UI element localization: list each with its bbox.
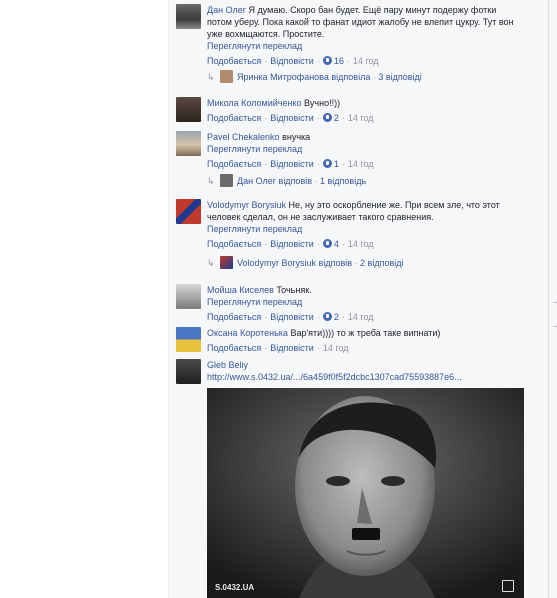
reply-count[interactable]: 2 відповіді bbox=[360, 258, 403, 268]
like-link[interactable]: Подобається bbox=[207, 56, 261, 66]
like-icon bbox=[322, 239, 332, 248]
like-count[interactable]: 2 bbox=[334, 113, 339, 123]
comment-body: Микола Коломийченко Вучно!!)) Подобаєтьс… bbox=[207, 98, 374, 123]
see-translation-link[interactable]: Переглянути переклад bbox=[207, 296, 522, 308]
comment-author[interactable]: Дан Олег bbox=[207, 5, 246, 15]
comment-author[interactable]: Мойша Киселев bbox=[207, 285, 274, 295]
reply-link[interactable]: Відповісти bbox=[270, 113, 314, 123]
like-icon bbox=[322, 159, 332, 168]
like-link[interactable]: Подобається bbox=[207, 343, 261, 353]
comment-author[interactable]: Pavel Chekalenko bbox=[207, 132, 280, 142]
comment-author[interactable]: Оксана Коротенька bbox=[207, 328, 288, 338]
replies-row[interactable]: ↳ Дан Олег відповів · 1 відповідь bbox=[207, 174, 366, 188]
comment-time[interactable]: 14 год bbox=[323, 343, 349, 353]
comment-text: Я думаю. Скоро бан будет. Ещё пару минут… bbox=[207, 5, 514, 39]
expand-icon[interactable] bbox=[502, 580, 514, 592]
like-icon bbox=[322, 312, 332, 321]
comment-time[interactable]: 14 год bbox=[353, 56, 379, 66]
reply-author[interactable]: Дан Олег bbox=[237, 176, 276, 186]
shared-link[interactable]: http://www.s.0432.ua/.../6a459f0f5f2dcbc… bbox=[207, 371, 522, 383]
comment: Volodymyr Borysiuk Не, ну это оскорблени… bbox=[176, 199, 536, 274]
comment-author[interactable]: Микола Коломийченко bbox=[207, 98, 302, 108]
comment-text: Вучно!!)) bbox=[304, 98, 341, 108]
comment-body: Оксана Коротенька Вар'яти)))) то ж треба… bbox=[207, 328, 441, 353]
like-count[interactable]: 16 bbox=[334, 56, 344, 66]
like-count[interactable]: 2 bbox=[334, 312, 339, 322]
comment-time[interactable]: 14 год bbox=[348, 159, 374, 169]
comment-body: Pavel Chekalenko внучка Переглянути пере… bbox=[207, 131, 522, 170]
like-link[interactable]: Подобається bbox=[207, 312, 261, 322]
like-link[interactable]: Подобається bbox=[207, 113, 261, 123]
reply-link[interactable]: Відповісти bbox=[270, 312, 314, 322]
comment: Оксана Коротенька Вар'яти)))) то ж треба… bbox=[176, 327, 536, 355]
reply-link[interactable]: Відповісти bbox=[270, 343, 314, 353]
mini-avatar bbox=[220, 174, 233, 187]
comment-time[interactable]: 14 год bbox=[348, 312, 374, 322]
reply-arrow-icon: ↳ bbox=[207, 72, 215, 82]
mini-avatar bbox=[220, 256, 233, 269]
comment-time[interactable]: 14 год bbox=[348, 239, 374, 249]
avatar[interactable] bbox=[176, 4, 201, 29]
comment-body: Gleb Beliy http://www.s.0432.ua/.../6a45… bbox=[207, 359, 522, 383]
reply-link[interactable]: Відповісти bbox=[270, 56, 314, 66]
reply-count[interactable]: 1 відповідь bbox=[320, 176, 366, 186]
reply-author[interactable]: Volodymyr Borysiuk bbox=[237, 258, 316, 268]
avatar[interactable] bbox=[176, 284, 201, 309]
comment: Gleb Beliy http://www.s.0432.ua/.../6a45… bbox=[176, 359, 536, 598]
avatar[interactable] bbox=[176, 199, 201, 224]
portrait-image bbox=[207, 388, 524, 598]
like-link[interactable]: Подобається bbox=[207, 239, 261, 249]
see-translation-link[interactable]: Переглянути переклад bbox=[207, 143, 522, 155]
like-icon bbox=[322, 113, 332, 122]
right-scroll-area[interactable] bbox=[549, 0, 557, 598]
avatar[interactable] bbox=[176, 359, 201, 384]
reply-link[interactable]: Відповісти bbox=[270, 159, 314, 169]
replies-row[interactable]: ↳ Яринка Митрофанова відповіла · 3 відпов… bbox=[207, 70, 422, 84]
reply-verb: відповіла bbox=[331, 72, 371, 82]
like-count[interactable]: 1 bbox=[334, 159, 339, 169]
avatar[interactable] bbox=[176, 327, 201, 352]
reply-verb: відповів bbox=[318, 258, 353, 268]
scroll-tick bbox=[553, 326, 557, 327]
reply-arrow-icon: ↳ bbox=[207, 258, 215, 268]
like-link[interactable]: Подобається bbox=[207, 159, 261, 169]
mini-avatar bbox=[220, 70, 233, 83]
comment: Микола Коломийченко Вучно!!)) Подобаєтьс… bbox=[176, 97, 536, 127]
comment-author[interactable]: Gleb Beliy bbox=[207, 360, 248, 370]
comment-body: Volodymyr Borysiuk Не, ну это оскорблени… bbox=[207, 199, 522, 250]
like-count[interactable]: 4 bbox=[334, 239, 339, 249]
avatar[interactable] bbox=[176, 131, 201, 156]
comment-author[interactable]: Volodymyr Borysiuk bbox=[207, 200, 286, 210]
scroll-tick bbox=[553, 302, 557, 303]
reply-link[interactable]: Відповісти bbox=[270, 239, 314, 249]
like-icon bbox=[322, 56, 332, 65]
comment-body: Дан Олег Я думаю. Скоро бан будет. Ещё п… bbox=[207, 4, 522, 67]
see-translation-link[interactable]: Переглянути переклад bbox=[207, 223, 522, 235]
comment-text: внучка bbox=[282, 132, 311, 142]
see-translation-link[interactable]: Переглянути переклад bbox=[207, 40, 522, 52]
link-preview-image[interactable]: S.0432.UA bbox=[207, 388, 524, 598]
reply-count[interactable]: 3 відповіді bbox=[378, 72, 421, 82]
avatar[interactable] bbox=[176, 97, 201, 122]
left-gutter bbox=[0, 0, 168, 598]
image-watermark: S.0432.UA bbox=[215, 583, 255, 592]
reply-author[interactable]: Яринка Митрофанова bbox=[237, 72, 329, 82]
comment-text: Вар'яти)))) то ж треба таке випнати) bbox=[290, 328, 441, 338]
comment: Мойша Киселев Точьняк. Переглянути перек… bbox=[176, 284, 536, 324]
comment-body: Мойша Киселев Точьняк. Переглянути перек… bbox=[207, 284, 522, 323]
comment: Pavel Chekalenko внучка Переглянути пере… bbox=[176, 131, 536, 191]
reply-verb: відповів bbox=[278, 176, 313, 186]
replies-row[interactable]: ↳ Volodymyr Borysiuk відповів · 2 відпові… bbox=[207, 256, 403, 270]
comment: Дан Олег Я думаю. Скоро бан будет. Ещё п… bbox=[176, 4, 536, 84]
comment-text: Точьняк. bbox=[276, 285, 312, 295]
comment-time[interactable]: 14 год bbox=[348, 113, 374, 123]
reply-arrow-icon: ↳ bbox=[207, 176, 215, 186]
